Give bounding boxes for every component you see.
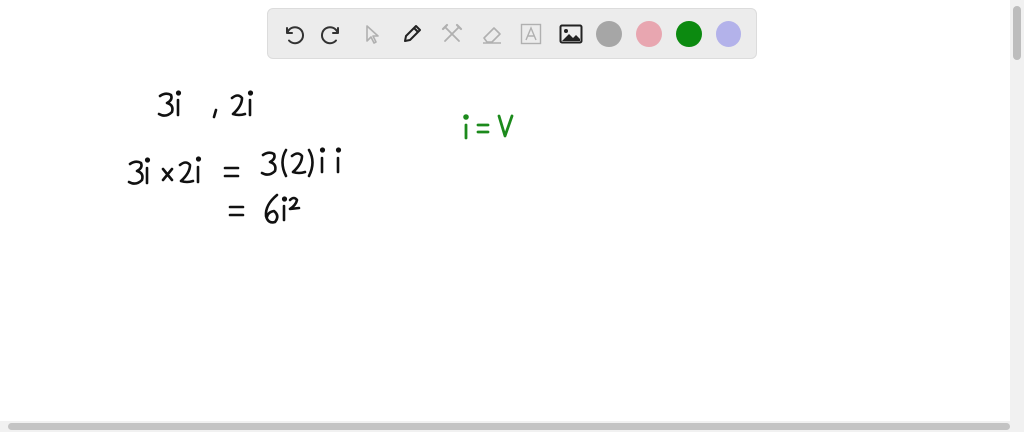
tools-icon — [441, 23, 462, 42]
drawing-toolbar — [267, 8, 757, 59]
color-swatch-lavender[interactable] — [716, 20, 742, 47]
drawing-canvas[interactable] — [0, 60, 1010, 420]
eraser-icon — [482, 26, 501, 44]
color-swatch-green[interactable] — [676, 20, 702, 47]
tools-button[interactable] — [437, 19, 466, 49]
image-button[interactable] — [557, 19, 586, 49]
color-swatch-gray[interactable] — [596, 20, 622, 47]
horizontal-scrollbar-thumb[interactable] — [8, 423, 1010, 430]
redo-icon — [321, 25, 340, 44]
pencil-button[interactable] — [397, 19, 426, 49]
handwriting-i-equals-v — [463, 114, 514, 140]
undo-icon — [285, 25, 304, 44]
handwriting-3i-2i — [157, 90, 254, 119]
text-icon — [521, 23, 542, 44]
pointer-icon — [366, 24, 380, 44]
vertical-scrollbar[interactable] — [1010, 0, 1024, 432]
undo-button[interactable] — [278, 19, 307, 49]
horizontal-scrollbar[interactable] — [0, 421, 1024, 432]
image-icon — [559, 24, 583, 43]
text-button[interactable] — [517, 19, 546, 49]
handwriting-equals-6i-squared — [228, 193, 301, 224]
pencil-icon — [404, 24, 422, 42]
color-swatch-pink[interactable] — [636, 20, 662, 47]
vertical-scrollbar-thumb[interactable] — [1013, 6, 1021, 60]
select-button[interactable] — [358, 19, 387, 49]
eraser-button[interactable] — [477, 19, 506, 49]
redo-button[interactable] — [318, 19, 347, 49]
handwriting-3ix2i-equals-3(2)ii — [127, 147, 342, 185]
